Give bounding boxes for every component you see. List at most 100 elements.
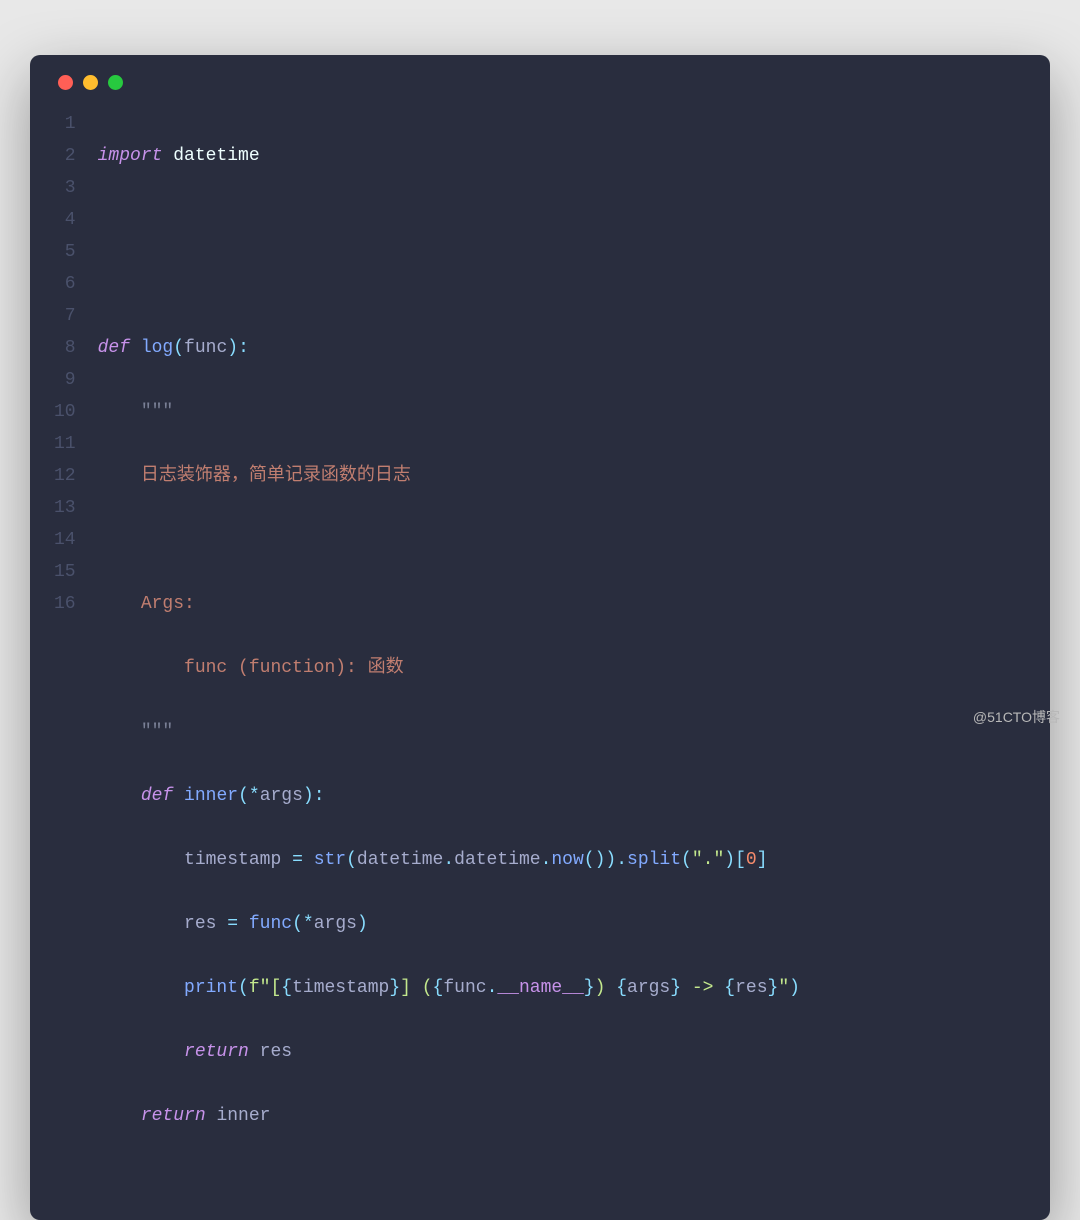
minimize-icon[interactable] [83,75,98,90]
code-line: func (function): 函数 [98,652,800,684]
bracket: ] [757,850,768,870]
docstring-text: Args: [141,594,195,614]
module-name: datetime [173,146,259,166]
code-line: print(f"[{timestamp}] ({func.__name__}) … [98,972,800,1004]
brace: } [584,978,595,998]
param: func [184,338,227,358]
paren: ) [789,978,800,998]
code-line: def inner(*args): [98,780,800,812]
keyword-return: return [141,1106,206,1126]
docstring-quote: """ [141,402,173,422]
equals: = [227,914,238,934]
watermark-text: @51CTO博客 [973,707,1060,727]
code-line: import datetime [98,140,800,172]
builtin-str: str [314,850,346,870]
line-number: 7 [54,300,76,332]
identifier: timestamp [292,978,389,998]
brace: } [389,978,400,998]
colon: : [314,786,325,806]
line-number: 8 [54,332,76,364]
line-number: 4 [54,204,76,236]
paren: ( [238,786,249,806]
line-number: 12 [54,460,76,492]
line-number: 6 [54,268,76,300]
keyword-def: def [141,786,173,806]
code-line [98,204,800,236]
line-number: 3 [54,172,76,204]
docstring-quote: """ [141,722,173,742]
code-line: return inner [98,1100,800,1132]
method: split [627,850,681,870]
equals: = [292,850,303,870]
line-number: 2 [54,140,76,172]
paren: ( [173,338,184,358]
identifier: args [314,914,357,934]
star: * [303,914,314,934]
paren: ( [292,914,303,934]
identifier: inner [216,1106,270,1126]
code-area: 1 2 3 4 5 6 7 8 9 10 11 12 13 14 15 16 i… [54,108,1026,1196]
code-line: Args: [98,588,800,620]
code-line [98,268,800,300]
dunder-name: __name__ [497,978,583,998]
paren: ( [681,850,692,870]
keyword-return: return [184,1042,249,1062]
docstring-text: 日志装饰器，简单记录函数的日志 [141,466,411,486]
bracket: [ [735,850,746,870]
colon: : [238,338,249,358]
method: now [551,850,583,870]
brace: { [433,978,444,998]
dot: . [487,978,498,998]
code-line [98,524,800,556]
dot: . [541,850,552,870]
fstring-quote: " [778,978,789,998]
paren: ) [595,850,606,870]
identifier: res [184,914,216,934]
builtin-print: print [184,978,238,998]
paren: ) [605,850,616,870]
brace: { [616,978,627,998]
line-number: 13 [54,492,76,524]
code-line: return res [98,1036,800,1068]
paren: ( [238,978,249,998]
func-name: log [141,338,173,358]
code-line: res = func(*args) [98,908,800,940]
dot: . [443,850,454,870]
param: args [260,786,303,806]
code-line: 日志装饰器，简单记录函数的日志 [98,460,800,492]
code-line: timestamp = str(datetime.datetime.now())… [98,844,800,876]
brace: { [281,978,292,998]
number: 0 [746,850,757,870]
string-literal: "." [692,850,724,870]
fstring-text: [ [270,978,281,998]
maximize-icon[interactable] [108,75,123,90]
fstring-text: -> [681,978,724,998]
fstring-prefix: f" [249,978,271,998]
line-number: 5 [54,236,76,268]
func-name: inner [184,786,238,806]
fstring-text: ] ( [400,978,432,998]
fstring-text: ) [595,978,617,998]
dot: . [616,850,627,870]
identifier: res [735,978,767,998]
code-content[interactable]: import datetime def log(func): """ 日志装饰器… [98,108,800,1196]
keyword-import: import [98,146,163,166]
keyword-def: def [98,338,130,358]
paren: ) [724,850,735,870]
paren: ( [584,850,595,870]
paren: ( [346,850,357,870]
identifier: datetime [357,850,443,870]
line-number: 10 [54,396,76,428]
identifier: args [627,978,670,998]
line-number: 1 [54,108,76,140]
identifier: timestamp [184,850,281,870]
line-number: 15 [54,556,76,588]
line-number-gutter: 1 2 3 4 5 6 7 8 9 10 11 12 13 14 15 16 [54,108,98,1196]
close-icon[interactable] [58,75,73,90]
identifier: datetime [454,850,540,870]
paren: ) [227,338,238,358]
brace: } [670,978,681,998]
brace: } [768,978,779,998]
star: * [249,786,260,806]
paren: ) [357,914,368,934]
